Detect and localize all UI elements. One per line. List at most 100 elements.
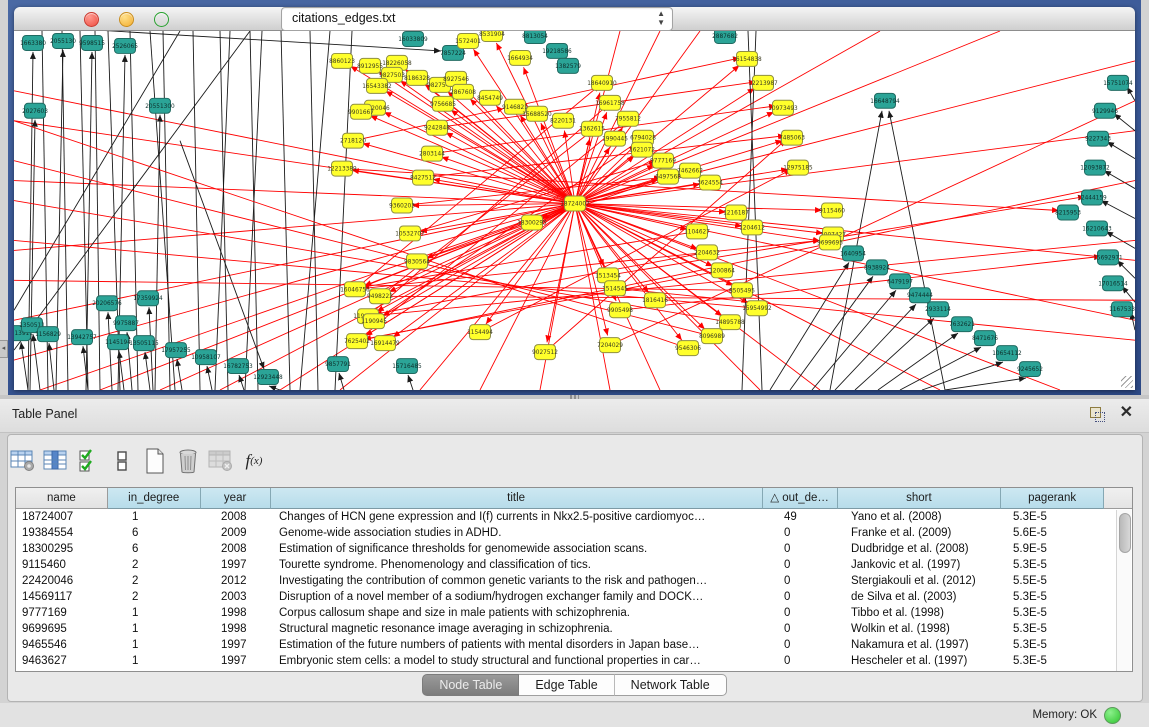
table-cell[interactable]: 0 (764, 589, 839, 605)
network-node[interactable]: 9756685 (430, 96, 456, 111)
network-node[interactable]: 2204632 (694, 245, 720, 260)
network-node[interactable]: 18724007 (560, 196, 590, 211)
select-rows-icon[interactable] (74, 446, 104, 476)
network-edge[interactable] (14, 181, 575, 204)
table-cell[interactable]: 22420046 (16, 573, 108, 589)
network-node[interactable]: 3624554 (697, 175, 723, 190)
table-cell[interactable]: Tourette syndrome. Phenomenology and cla… (271, 557, 764, 573)
network-node[interactable]: 13505115 (129, 336, 159, 351)
network-node[interactable]: 15716485 (392, 359, 422, 374)
table-cell[interactable]: 6 (108, 525, 201, 541)
network-node[interactable]: 9245652 (1017, 362, 1043, 377)
table-cell[interactable]: 2008 (201, 509, 271, 525)
table-cell[interactable]: Estimation of the future numbers of pati… (271, 637, 764, 653)
table-cell[interactable]: 2012 (201, 573, 271, 589)
table-cell[interactable]: Changes of HCN gene expression and I(f) … (271, 509, 764, 525)
network-edge[interactable] (281, 31, 290, 390)
table-row[interactable]: 911546021997Tourette syndrome. Phenomeno… (16, 557, 1132, 573)
table-cell[interactable]: 2008 (201, 541, 271, 557)
network-node[interactable]: 7632621 (949, 317, 975, 332)
network-node[interactable]: 20206576 (92, 296, 122, 311)
table-cell[interactable]: 9699695 (16, 621, 108, 637)
table-cell[interactable]: Jankovic et al. (1997) (839, 557, 1003, 573)
table-cell[interactable]: 2 (108, 573, 201, 589)
network-node[interactable]: 8813054 (522, 31, 548, 43)
table-cell[interactable]: Embryonic stem cells: a model to study s… (271, 653, 764, 669)
network-node[interactable]: 8215953 (1055, 205, 1081, 220)
table-cell[interactable]: Franke et al. (2009) (839, 525, 1003, 541)
table-scrollbar[interactable] (1116, 510, 1131, 671)
network-node[interactable]: 1156829 (35, 327, 61, 342)
table-cell[interactable]: Wolkin et al. (1998) (839, 621, 1003, 637)
network-node[interactable]: 6497568 (655, 169, 681, 184)
row-height-icon[interactable] (107, 446, 137, 476)
network-node[interactable]: 16648794 (870, 93, 900, 108)
network-node[interactable]: 12213987 (748, 75, 778, 90)
network-edge[interactable] (14, 31, 180, 310)
network-edge[interactable] (108, 312, 112, 390)
table-cell[interactable]: 1 (108, 509, 201, 525)
table-cell[interactable]: 5.3E-5 (1003, 589, 1106, 605)
network-edge[interactable] (14, 31, 441, 51)
network-node[interactable]: 20551300 (145, 98, 175, 113)
table-cell[interactable]: 2003 (201, 589, 271, 605)
table-cell[interactable]: 1997 (201, 637, 271, 653)
network-node[interactable]: 9227343 (1085, 131, 1111, 146)
network-node[interactable]: 8427512 (410, 170, 436, 185)
network-edge[interactable] (220, 31, 228, 390)
network-node[interactable]: 8912955 (357, 58, 383, 73)
table-cell[interactable]: 1998 (201, 621, 271, 637)
network-node[interactable]: 2867608 (450, 84, 476, 99)
network-edge[interactable] (245, 31, 262, 390)
network-node[interactable]: 9498222 (367, 289, 393, 304)
table-cell[interactable]: 5.3E-5 (1003, 557, 1106, 573)
table-selector[interactable]: citations_edges.txt ▲▼ (281, 7, 673, 31)
network-node[interactable]: 1621072 (629, 142, 655, 157)
table-cell[interactable]: 18724007 (16, 509, 108, 525)
table-cell[interactable]: 9465546 (16, 637, 108, 653)
network-node[interactable]: 18300295 (517, 215, 547, 230)
table-cell[interactable]: Investigating the contribution of common… (271, 573, 764, 589)
network-edge[interactable] (207, 366, 212, 390)
table-row[interactable]: 977716911998Corpus callosum shape and si… (16, 605, 1132, 621)
network-node[interactable]: 1514545 (602, 281, 628, 296)
network-node[interactable]: 1990445 (602, 131, 628, 146)
table-row[interactable]: 1456911722003Disruption of a novel membe… (16, 589, 1132, 605)
network-node[interactable]: 1216187 (723, 205, 749, 220)
network-node[interactable]: 8860123 (329, 53, 355, 68)
table-cell[interactable]: 1 (108, 653, 201, 669)
network-node[interactable]: 10654112 (992, 346, 1022, 361)
network-node[interactable]: 1664934 (507, 50, 533, 65)
network-node[interactable]: 1816416 (642, 293, 668, 308)
network-node[interactable]: 9905498 (607, 303, 633, 318)
tab-edge-table[interactable]: Edge Table (519, 674, 614, 696)
network-node[interactable]: 12975185 (783, 160, 813, 175)
network-node[interactable]: 8471676 (972, 331, 998, 346)
table-cell[interactable]: 1998 (201, 605, 271, 621)
table-cell[interactable]: 1 (108, 637, 201, 653)
table-cell[interactable]: de Silva et al. (2003) (839, 589, 1003, 605)
network-node[interactable]: 9129946 (1092, 103, 1118, 118)
table-row[interactable]: 946554611997Estimation of the future num… (16, 637, 1132, 653)
table-cell[interactable]: 2 (108, 557, 201, 573)
network-node[interactable]: 9598515 (79, 35, 105, 50)
table-cell[interactable]: 0 (764, 573, 839, 589)
table-cell[interactable]: Corpus callosum shape and size in male p… (271, 605, 764, 621)
table-cell[interactable]: Estimation of significance thresholds fo… (271, 541, 764, 557)
network-node[interactable]: 8220131 (550, 113, 576, 128)
network-node[interactable]: 1104627 (684, 224, 710, 239)
resize-grip[interactable] (1121, 376, 1133, 388)
network-node[interactable]: 9777169 (650, 153, 676, 168)
table-cell[interactable]: 5.3E-5 (1003, 509, 1106, 525)
network-node[interactable]: 7625402 (344, 334, 370, 349)
new-table-icon[interactable] (140, 446, 170, 476)
network-edge[interactable] (547, 204, 575, 343)
network-edge[interactable] (575, 204, 726, 212)
table-cell[interactable]: Nakamura et al. (1997) (839, 637, 1003, 653)
network-edge[interactable] (615, 288, 1135, 340)
network-edge[interactable] (30, 120, 35, 390)
table-cell[interactable]: 5.3E-5 (1003, 605, 1106, 621)
network-edge[interactable] (1101, 201, 1135, 219)
table-cell[interactable]: 9115460 (16, 557, 108, 573)
table-cell[interactable]: 0 (764, 637, 839, 653)
